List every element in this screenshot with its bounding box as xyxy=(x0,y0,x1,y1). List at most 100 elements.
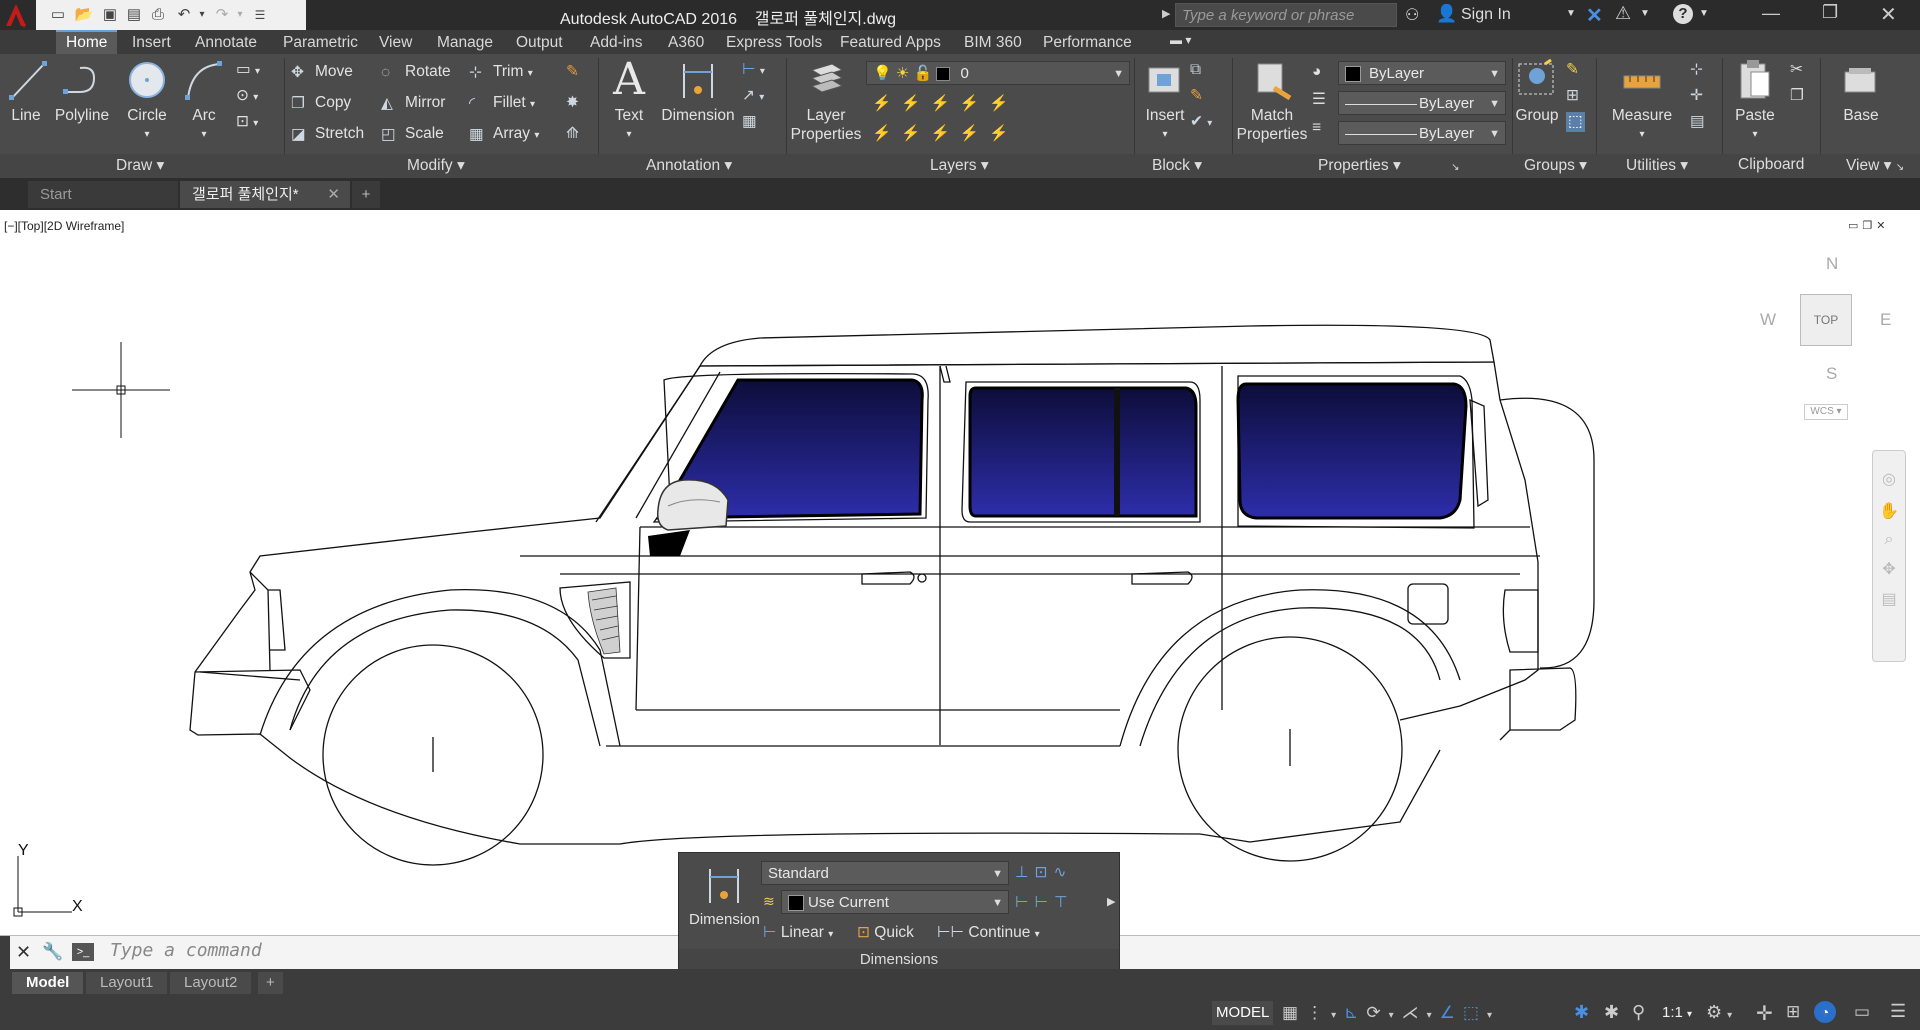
car-drawing[interactable] xyxy=(0,210,1920,935)
dim-palette-title[interactable]: Dimensions xyxy=(679,949,1119,971)
dim-tools-row1-icon[interactable]: ⊥⊡∿ xyxy=(1015,863,1072,883)
mirror-button[interactable]: ◭ Mirror xyxy=(381,93,445,113)
arc-dropdown-icon[interactable]: ▾ xyxy=(182,125,226,144)
tab-performance[interactable]: Performance xyxy=(1033,32,1142,54)
command-grip[interactable] xyxy=(0,936,10,969)
dim-big-button[interactable]: Dimension xyxy=(689,863,760,928)
dimension-button[interactable]: Dimension xyxy=(660,58,736,125)
command-history-icon[interactable]: >_ xyxy=(72,943,94,961)
tab-output[interactable]: Output xyxy=(506,32,573,54)
user-icon[interactable]: 👤 xyxy=(1436,4,1457,24)
command-input[interactable]: Type a command xyxy=(110,940,262,961)
redo-dropdown-icon[interactable]: ▾ xyxy=(230,5,250,25)
grid-icon[interactable]: ▦ xyxy=(1282,1003,1306,1022)
layer-dropdown[interactable]: 💡 ☀ 🔓 0 ▼ xyxy=(866,61,1130,85)
tab-bim-360[interactable]: BIM 360 xyxy=(954,32,1032,54)
tab-manage[interactable]: Manage xyxy=(427,32,503,54)
polyline-button[interactable]: Polyline xyxy=(52,58,112,125)
compass-south[interactable]: S xyxy=(1826,364,1837,384)
model-space-button[interactable]: MODEL xyxy=(1212,1001,1274,1025)
redo-icon[interactable]: ↷ xyxy=(212,5,232,25)
customization-menu-icon[interactable]: ☰ xyxy=(1890,1001,1906,1022)
ortho-icon[interactable]: ⊾ xyxy=(1344,1003,1366,1022)
annotation-scale-icon[interactable]: ⚲ xyxy=(1632,1002,1645,1023)
hatch-icon[interactable]: ⊙ ▾ xyxy=(236,86,258,108)
orbit-icon[interactable]: ✥ xyxy=(1873,559,1905,579)
annotation-visibility-icon[interactable]: ✱ xyxy=(1574,1002,1589,1023)
linetype-dropdown[interactable]: ByLayer ▼ xyxy=(1338,121,1506,145)
tab-view[interactable]: View xyxy=(369,32,422,54)
clean-screen-icon[interactable]: ▭ xyxy=(1854,1002,1870,1022)
help-icon[interactable]: ? xyxy=(1673,4,1693,24)
plot-icon[interactable]: ⎙ xyxy=(148,5,168,25)
create-block-icon[interactable]: ⧉ xyxy=(1190,60,1201,80)
viewcube[interactable]: N S E W TOP WCS ▾ xyxy=(1756,248,1896,428)
view-panel-title[interactable]: View ▾ ↘ xyxy=(1846,156,1904,175)
help-dropdown-icon[interactable]: ▼ xyxy=(1699,8,1709,19)
new-file-icon[interactable]: ▭ xyxy=(48,5,68,25)
rotate-button[interactable]: ◌ Rotate xyxy=(381,62,451,82)
group-edit-icon[interactable]: ⊞ xyxy=(1566,86,1579,106)
snap-icon[interactable]: ⋮ xyxy=(1306,1003,1331,1022)
new-tab-button[interactable]: + xyxy=(352,181,380,208)
region-icon[interactable]: ⊡ ▾ xyxy=(236,112,258,134)
annotation-panel-title[interactable]: Annotation ▾ xyxy=(646,156,732,175)
layer-tools-row1-icon[interactable]: ⚡⚡⚡⚡⚡ xyxy=(872,94,1019,114)
sign-in-dropdown-icon[interactable]: ▼ xyxy=(1566,8,1576,19)
insert-block-button[interactable]: Insert ▾ xyxy=(1136,58,1194,144)
lineweight-dropdown[interactable]: ByLayer ▼ xyxy=(1338,91,1506,115)
undo-icon[interactable]: ↶ xyxy=(174,5,194,25)
restore-icon[interactable]: ❐ xyxy=(1822,2,1838,23)
linear-dim-button[interactable]: ⊢ Linear ▾ xyxy=(763,923,833,945)
rectangle-icon[interactable]: ▭ ▾ xyxy=(236,60,260,82)
block-panel-title[interactable]: Block ▾ xyxy=(1152,156,1202,175)
match-properties-button[interactable]: Match Properties xyxy=(1236,58,1308,144)
dim-layer-dropdown[interactable]: Use Current ▼ xyxy=(781,890,1009,914)
object-snap-icon[interactable]: ⬚ xyxy=(1463,1003,1487,1022)
open-file-icon[interactable]: 📂 xyxy=(74,5,94,25)
workspace-gear-icon[interactable]: ⚙ ▾ xyxy=(1706,1002,1732,1023)
linear-dim-dropdown-icon[interactable]: ▾ xyxy=(828,929,833,940)
tab-add-ins[interactable]: Add-ins xyxy=(580,32,653,54)
tab-annotate[interactable]: Annotate xyxy=(185,32,267,54)
linear-dim-icon[interactable]: ⊢ ▾ xyxy=(742,60,765,82)
layout1-tab[interactable]: Layout1 xyxy=(86,972,168,994)
tab-featured-apps[interactable]: Featured Apps xyxy=(830,32,951,54)
tab-a360[interactable]: A360 xyxy=(658,32,714,54)
customize-command-icon[interactable]: 🔧 xyxy=(42,942,63,962)
wcs-menu[interactable]: WCS ▾ xyxy=(1804,404,1848,420)
dim-tools-row2-icon[interactable]: ⊢⊢⊤ xyxy=(1015,893,1074,913)
leader-icon[interactable]: ↗ ▾ xyxy=(742,86,764,108)
layer-properties-button[interactable]: Layer Properties xyxy=(790,58,862,144)
polar-dropdown-icon[interactable]: ▾ xyxy=(1389,1010,1402,1021)
compass-west[interactable]: W xyxy=(1760,310,1776,330)
close-command-icon[interactable]: ✕ xyxy=(16,942,31,963)
sign-in-button[interactable]: Sign In xyxy=(1461,6,1511,24)
undo-dropdown-icon[interactable]: ▾ xyxy=(192,5,212,25)
tab-home[interactable]: Home xyxy=(56,30,118,56)
viewcube-top-face[interactable]: TOP xyxy=(1800,294,1852,346)
units-icon[interactable]: ⊞ xyxy=(1786,1002,1800,1022)
properties-panel-title[interactable]: Properties ▾ ↘ xyxy=(1318,156,1459,175)
search-input[interactable]: Type a keyword or phrase xyxy=(1175,3,1397,27)
line-button[interactable]: Line xyxy=(6,58,47,125)
minimize-icon[interactable]: — xyxy=(1762,3,1780,24)
utilities-panel-title[interactable]: Utilities ▾ xyxy=(1626,156,1688,175)
compass-north[interactable]: N xyxy=(1826,254,1838,274)
save-as-icon[interactable]: ▤ xyxy=(124,5,144,25)
autocad-logo-icon[interactable] xyxy=(2,2,32,28)
draw-panel-title[interactable]: Draw ▾ xyxy=(116,156,164,175)
fillet-button[interactable]: ◜ Fillet ▾ xyxy=(469,93,535,115)
annotation-monitor-icon[interactable]: ✛ xyxy=(1756,1001,1773,1026)
ungroup-icon[interactable]: ✎ xyxy=(1566,60,1579,80)
a360-dropdown-icon[interactable]: ▼ xyxy=(1640,8,1650,19)
ribbon-minimize-icon[interactable]: ▬ ▾ xyxy=(1170,33,1191,47)
attribute-icon[interactable]: ✔ ▾ xyxy=(1190,112,1212,134)
measure-button[interactable]: Measure ▾ xyxy=(1608,58,1676,144)
scale-button[interactable]: ◰ Scale xyxy=(381,124,444,144)
drafting-toggles[interactable]: ▦⋮▾⊾⟳▾⋌▾∠⬚▾ xyxy=(1282,1003,1500,1023)
trim-button[interactable]: ⊹ Trim ▾ xyxy=(469,62,533,84)
snap-dropdown-icon[interactable]: ▾ xyxy=(1331,1010,1344,1021)
drawing-tab[interactable]: 갤로퍼 풀체인지* ✕ xyxy=(180,181,350,208)
modify-panel-title[interactable]: Modify ▾ xyxy=(407,156,465,175)
